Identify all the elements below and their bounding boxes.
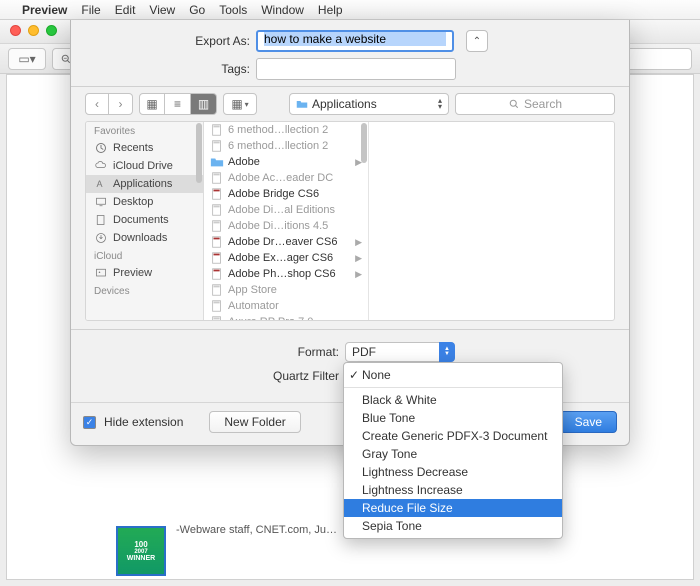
quartz-filter-menu[interactable]: None Black & WhiteBlue ToneCreate Generic… [343,362,563,539]
sidebar-item-downloads[interactable]: Downloads [86,229,203,247]
browser-search[interactable]: Search [455,93,615,115]
collapse-button[interactable]: ⌃ [466,30,488,52]
browser-toolbar: ‹ › ▦ ≡ ▥ ▦▾ Applications ▴▾ Search [85,93,615,115]
menu-help[interactable]: Help [318,3,343,17]
file-column: 6 method…llection 26 method…llection 2Ad… [204,122,369,320]
sidebar-item-recents[interactable]: Recents [86,139,203,157]
hide-extension-label: Hide extension [104,415,183,429]
quartz-filter-label: Quartz Filter [85,369,345,383]
sidebar-item-desktop[interactable]: Desktop [86,193,203,211]
traffic-lights [10,25,57,36]
badge-winner: WINNER [127,555,155,562]
file-row[interactable]: Adobe Dr…eaver CS6▶ [204,234,368,250]
icloud-heading: iCloud [86,247,203,264]
list-view-button[interactable]: ≡ [165,93,191,115]
svg-text:A: A [97,179,103,189]
menu-file[interactable]: File [81,3,100,17]
close-button[interactable] [10,25,21,36]
updown-caret-icon: ▴▾ [438,98,442,110]
browser-search-placeholder: Search [524,97,562,111]
devices-heading: Devices [86,282,203,299]
favorites-heading: Favorites [86,122,203,139]
browser-sidebar: Favorites RecentsiCloud DriveAApplicatio… [86,122,204,320]
location-label: Applications [312,97,377,111]
select-arrows-icon: ▲▼ [439,342,455,362]
file-row: Axure RP Pro 7.0 [204,314,368,320]
file-row[interactable]: Adobe▶ [204,154,368,170]
file-row: Adobe Di…itions 4.5 [204,218,368,234]
menu-window[interactable]: Window [261,3,304,17]
sidebar-toggle-button[interactable]: ▭▾ [8,48,46,70]
location-popup[interactable]: Applications ▴▾ [289,93,449,115]
hide-extension-checkbox[interactable]: ✓ [83,416,96,429]
sidebar-item-documents[interactable]: Documents [86,211,203,229]
export-as-input[interactable] [264,32,446,46]
file-row[interactable]: Adobe Bridge CS6 [204,186,368,202]
menubar: Preview File Edit View Go Tools Window H… [0,0,700,20]
file-row: App Store [204,282,368,298]
quartz-option[interactable]: Lightness Decrease [344,463,562,481]
background-caption: -Webware staff, CNET.com, Ju… [176,524,337,536]
file-row: Adobe Di…al Editions [204,202,368,218]
back-button[interactable]: ‹ [85,93,109,115]
menu-tools[interactable]: Tools [219,3,247,17]
save-button[interactable]: Save [560,411,617,433]
format-label: Format: [85,345,345,359]
file-row[interactable]: Adobe Ph…shop CS6▶ [204,266,368,282]
quartz-option[interactable]: Blue Tone [344,409,562,427]
chevron-up-icon: ⌃ [473,36,481,47]
zoom-button[interactable] [46,25,57,36]
quartz-option[interactable]: Create Generic PDFX-3 Document [344,427,562,445]
quartz-option[interactable]: None [344,366,562,384]
quartz-option[interactable]: Sepia Tone [344,517,562,535]
menu-view[interactable]: View [149,3,175,17]
format-value: PDF [352,345,376,359]
quartz-option[interactable]: Black & White [344,391,562,409]
menu-go[interactable]: Go [189,3,205,17]
format-select[interactable]: PDF ▲▼ [345,342,455,362]
file-row: 6 method…llection 2 [204,122,368,138]
sidebar-item-icloud-drive[interactable]: iCloud Drive [86,157,203,175]
winner-badge: 100 2007 WINNER [116,526,166,576]
search-icon [508,98,520,110]
tags-field[interactable] [256,58,456,80]
file-row: 6 method…llection 2 [204,138,368,154]
quartz-option[interactable]: Lightness Increase [344,481,562,499]
icon-view-button[interactable]: ▦ [139,93,165,115]
file-row[interactable]: Adobe Ex…ager CS6▶ [204,250,368,266]
app-menu[interactable]: Preview [22,3,67,17]
column-scrollbar[interactable] [361,123,367,163]
export-as-field[interactable] [256,30,454,52]
export-as-label: Export As: [85,34,250,48]
group-by-button[interactable]: ▦▾ [223,93,257,115]
tags-label: Tags: [85,62,250,76]
preview-column [369,122,614,320]
sidebar-item-preview[interactable]: Preview [86,264,203,282]
file-row: Adobe Ac…eader DC [204,170,368,186]
app-window: how to make a website.pdf (page 2 of 64)… [0,20,700,586]
forward-button[interactable]: › [109,93,133,115]
folder-icon [296,98,308,110]
badge-number: 100 [134,540,147,549]
sidebar-scrollbar[interactable] [196,123,202,183]
new-folder-button[interactable]: New Folder [209,411,300,433]
quartz-option[interactable]: Gray Tone [344,445,562,463]
menu-edit[interactable]: Edit [115,3,136,17]
column-view-button[interactable]: ▥ [191,93,217,115]
file-row: Automator [204,298,368,314]
quartz-option[interactable]: Reduce File Size [344,499,562,517]
file-browser: Favorites RecentsiCloud DriveAApplicatio… [85,121,615,321]
minimize-button[interactable] [28,25,39,36]
sidebar-item-applications[interactable]: AApplications [86,175,203,193]
